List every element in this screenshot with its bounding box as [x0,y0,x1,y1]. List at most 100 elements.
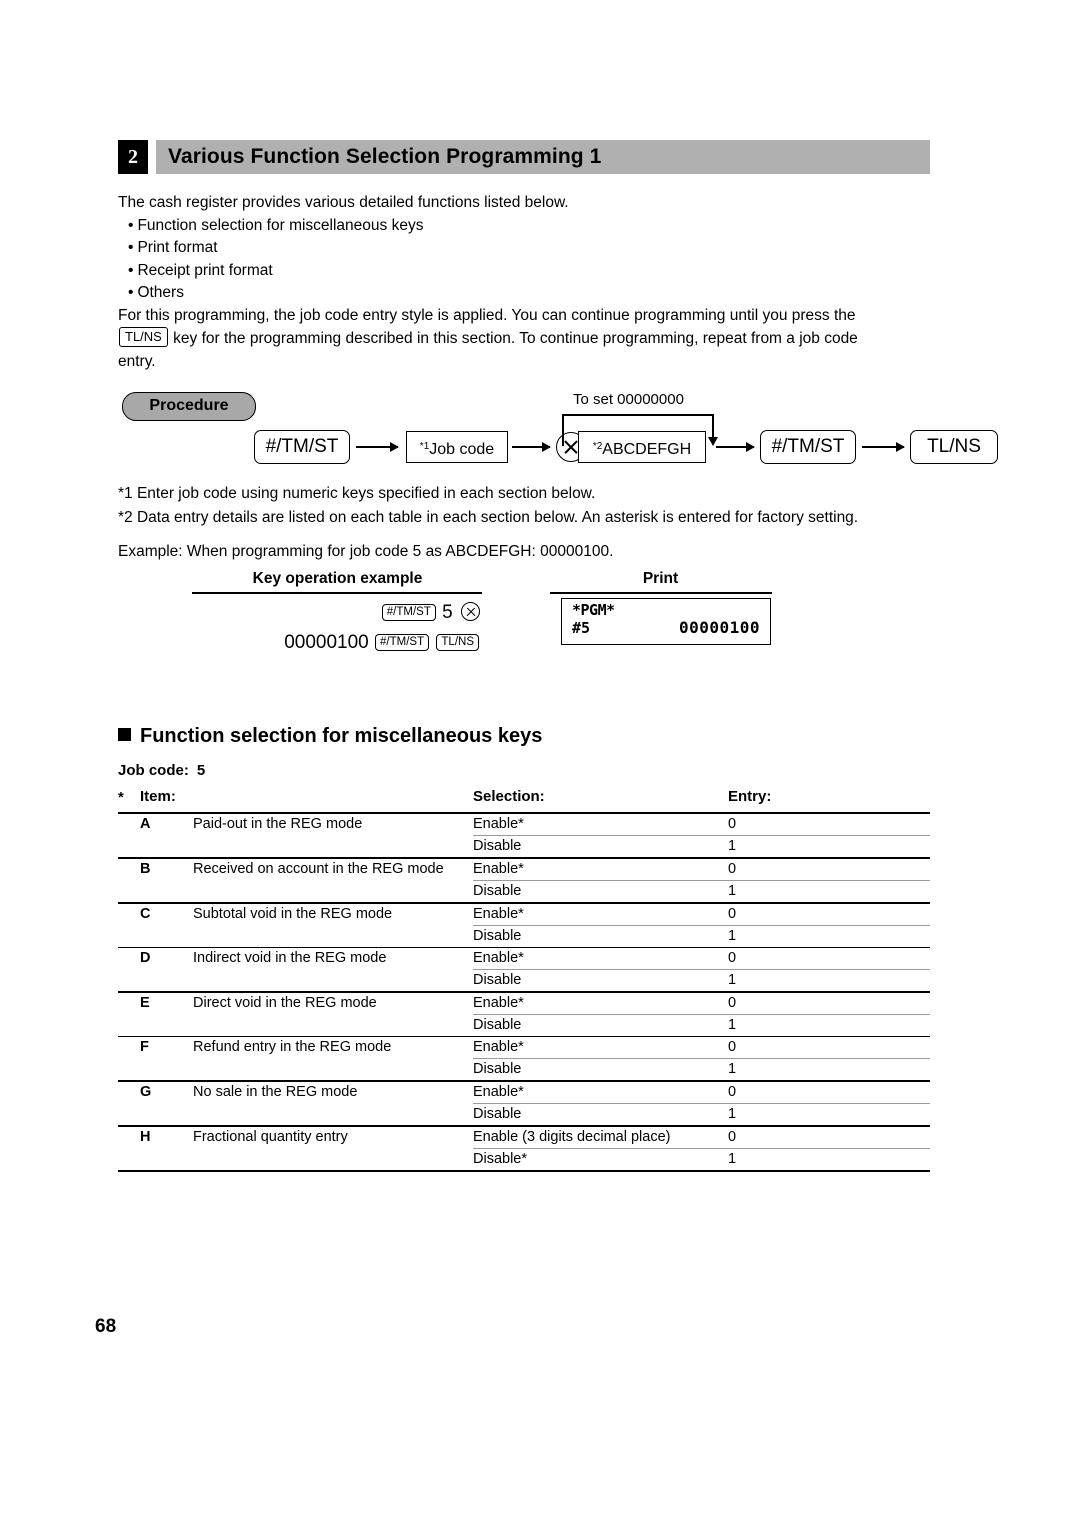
row-item-label: Subtotal void in the REG mode [193,905,393,922]
row-selection: Disable [473,1016,522,1033]
header-item: Item: [140,788,176,805]
loop-line-horizontal [562,414,714,416]
row-letter: H [140,1128,151,1145]
key-label: #/TM/ST [771,436,845,457]
square-bullet-icon [118,728,131,741]
table-subrow: D Indirect void in the REG mode Enable* 0 [118,948,930,969]
diagram-key-tlns: TL/NS [910,430,998,464]
row-entry: 0 [728,1083,737,1100]
table-subrow: H Fractional quantity entry Enable (3 digi… [118,1127,930,1148]
row-item-label: Refund entry in the REG mode [193,1039,392,1056]
row-entry: 0 [728,1128,737,1145]
row-selection: Disable [473,838,522,855]
row-letter: E [140,994,150,1011]
bullet-label: Receipt print format [137,261,273,279]
row-entry: 0 [728,1039,737,1056]
row-selection: Enable* [473,1039,524,1056]
diagram-box-abcdefgh: *2ABCDEFGH [578,431,706,463]
row-selection: Enable* [473,860,524,877]
table-subrow: Disable 1 [118,926,930,947]
print-receipt: *PGM* #5 00000100 [561,598,771,645]
document-page: 2 Various Function Selection Programming… [0,0,1080,1528]
intro-bullet-1: • Function selection for miscellaneous ke… [118,215,933,238]
table-subrow: Disable 1 [118,836,930,857]
table-header-row: * Item: Selection: Entry: [118,788,930,812]
table-subrow: Disable 1 [118,881,930,902]
row-selection: Enable* [473,994,524,1011]
intro-paragraph-line1: For this programming, the job code entry… [118,306,856,324]
subsection-title: Function selection for miscellaneous key… [140,725,543,747]
table-subrow: Disable* 1 [118,1149,930,1170]
row-letter: F [140,1039,149,1056]
tmst-key: #/TM/ST [375,634,430,651]
row-selection: Enable (3 digits decimal place) [473,1128,671,1145]
row-item-label: Paid-out in the REG mode [193,816,363,833]
bullet-dot-icon: • [128,239,134,256]
diagram-box-job-code: *1Job code [406,431,508,463]
row-selection: Disable [473,927,522,944]
digit-5: 5 [442,602,453,623]
table-row: D Indirect void in the REG mode Enable* 0 Di… [118,948,930,991]
row-entry: 1 [728,972,737,989]
loop-line-vertical-left [562,414,564,446]
table-row: F Refund entry in the REG mode Enable* 0 Dis… [118,1037,930,1080]
row-entry: 1 [728,838,737,855]
key-label: TL/NS [927,436,981,457]
receipt-line-pgm: *PGM* [572,601,615,619]
table-row: G No sale in the REG mode Enable* 0 Disable 1 [118,1082,930,1125]
table-subrow: F Refund entry in the REG mode Enable* 0 [118,1037,930,1058]
intro-text: The cash register provides various detai… [118,192,933,373]
table-row: E Direct void in the REG mode Enable* 0 Disa… [118,993,930,1036]
key-sequence-row-2: 00000100 #/TM/ST TL/NS [210,628,480,658]
receipt-job-code: #5 [572,619,591,637]
row-item-label: Received on account in the REG mode [193,860,444,877]
row-entry: 1 [728,1150,737,1167]
table-subrow: E Direct void in the REG mode Enable* 0 [118,993,930,1014]
diagram-arrow-5 [862,442,905,452]
bullet-label: Print format [137,239,218,256]
header-star: * [118,789,124,806]
table-row: A Paid-out in the REG mode Enable* 0 Disable… [118,814,930,857]
job-code-line: Job code: 5 [118,762,205,779]
row-selection: Enable* [473,950,524,967]
diagram-key-tmst-2: #/TM/ST [760,430,856,464]
row-item-label: Direct void in the REG mode [193,994,377,1011]
row-item-label: Indirect void in the REG mode [193,950,387,967]
page-number: 68 [95,1316,117,1337]
table-row: H Fractional quantity entry Enable (3 digi… [118,1127,930,1170]
bullet-dot-icon: • [128,261,134,279]
table-subrow: Disable 1 [118,1059,930,1080]
bullet-label: Others [137,284,184,301]
row-selection: Disable [473,1061,522,1078]
row-entry: 1 [728,883,737,900]
key-operation-rule [192,592,482,594]
table-subrow: G No sale in the REG mode Enable* 0 [118,1082,930,1103]
header-entry: Entry: [728,788,772,805]
row-letter: G [140,1083,152,1100]
row-selection: Enable* [473,1083,524,1100]
key-operation-heading: Key operation example [252,570,423,587]
receipt-value: 00000100 [678,618,760,637]
row-entry: 0 [728,905,737,922]
job-code-label: Job code: [118,762,189,779]
row-entry: 1 [728,927,737,944]
table-body: A Paid-out in the REG mode Enable* 0 Disable… [118,814,930,1169]
bullet-label: Function selection for miscellaneous key… [137,216,424,234]
table-subrow: Disable 1 [118,1015,930,1036]
key-sequence-row-1: #/TM/ST 5 [210,598,480,628]
row-entry: 1 [728,1106,737,1123]
footnote-2: *2 Data entry details are listed on each… [118,509,859,526]
footnote-1: *1 Enter job code using numeric keys spe… [118,485,596,502]
selection-table: * Item: Selection: Entry: A Paid-out in t… [118,788,930,1173]
row-selection: Disable [473,1106,522,1123]
diagram-arrow-1 [356,442,399,452]
row-letter: B [140,860,151,877]
procedure-diagram: #/TM/ST *1Job code To set 00000000 *2ABC… [118,391,998,482]
bullet-dot-icon: • [128,216,134,234]
row-selection: Enable* [473,905,524,922]
table-bottom-rule [118,1169,930,1173]
section-banner: 2 Various Function Selection Programming… [118,140,930,174]
row-entry: 0 [728,860,737,877]
intro-lead: The cash register provides various detai… [118,194,569,211]
diagram-arrow-2 [512,442,551,452]
